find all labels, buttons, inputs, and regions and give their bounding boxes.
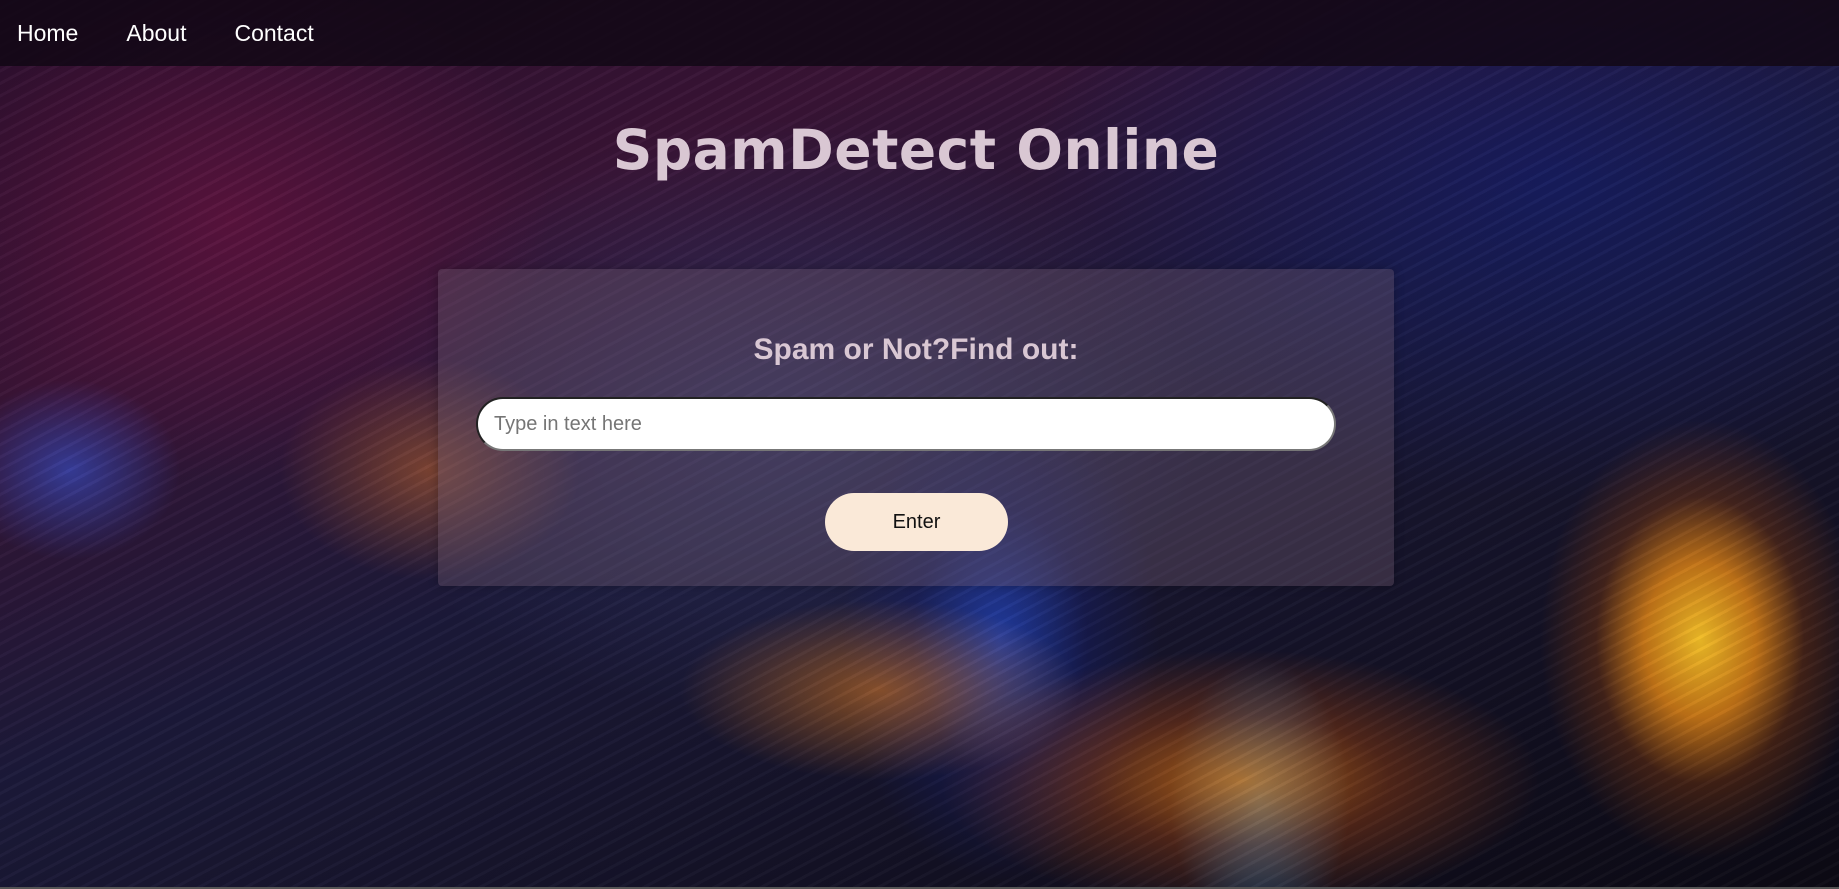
form-heading: Spam or Not?Find out: <box>753 333 1079 366</box>
spam-check-card: Spam or Not?Find out: Enter <box>438 269 1394 586</box>
spam-text-input[interactable] <box>476 397 1336 451</box>
nav-link-contact[interactable]: Contact <box>234 20 313 47</box>
page-title: SpamDetect Online <box>612 118 1220 182</box>
enter-button[interactable]: Enter <box>825 493 1008 551</box>
nav-link-home[interactable]: Home <box>17 20 78 47</box>
top-navbar: Home About Contact <box>0 0 1839 66</box>
page: Home About Contact SpamDetect Online Spa… <box>0 0 1839 889</box>
nav-link-about[interactable]: About <box>126 20 186 47</box>
